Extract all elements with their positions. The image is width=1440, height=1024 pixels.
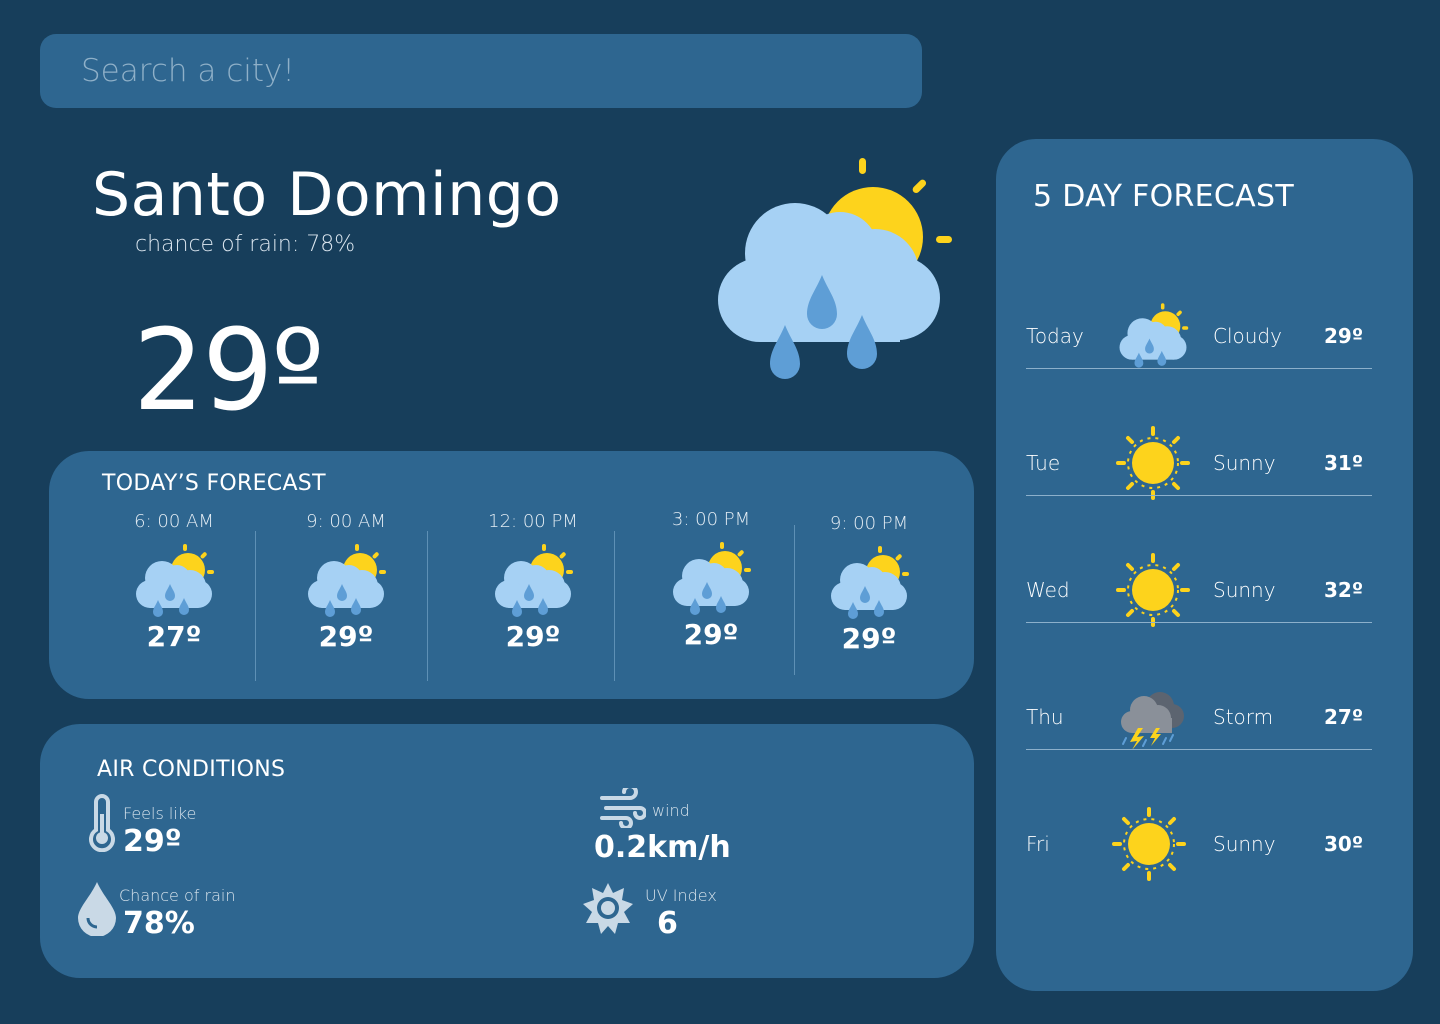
day-condition: Cloudy — [1213, 324, 1282, 348]
rain-sun-cloud-icon — [308, 544, 386, 617]
divider — [614, 531, 615, 681]
day-name: Thu — [1026, 705, 1064, 729]
day-temperature: 27º — [1324, 705, 1364, 729]
hour-temperature: 29º — [505, 620, 561, 653]
five-day-forecast-card: 5 DAY FORECAST Today Cloudy 29º Tue Sunn… — [996, 139, 1413, 991]
divider — [255, 531, 256, 681]
hour-time: 12: 00 PM — [488, 511, 578, 532]
day-temperature: 30º — [1324, 832, 1364, 856]
sun-uv-icon — [583, 883, 633, 934]
hour-time: 9: 00 AM — [306, 511, 386, 532]
rain-sun-cloud-icon — [495, 544, 573, 617]
search-input[interactable] — [40, 34, 922, 108]
hourly-forecast-item: 3: 00 PM 29º — [651, 509, 771, 651]
hour-time: 6: 00 AM — [134, 511, 214, 532]
divider — [794, 525, 795, 675]
day-name: Fri — [1026, 832, 1050, 856]
divider — [1026, 749, 1372, 750]
wind-icon — [600, 788, 646, 828]
rain-sun-cloud-icon — [831, 546, 909, 619]
city-name: Santo Domingo — [92, 160, 562, 230]
divider — [1026, 368, 1372, 369]
rain-sun-cloud-icon — [136, 544, 214, 617]
divider — [1026, 495, 1372, 496]
hour-time: 3: 00 PM — [671, 509, 751, 530]
feels-like-value: 29º — [123, 824, 182, 859]
hourly-forecast-item: 9: 00 AM 29º — [286, 511, 406, 653]
day-condition: Storm — [1213, 705, 1274, 729]
rain-sun-cloud-icon — [718, 158, 952, 379]
sun-icon — [1112, 807, 1186, 881]
day-forecast-row: Thu Storm 27º — [1026, 660, 1372, 787]
wind-label: wind — [652, 801, 690, 820]
day-forecast-row: Fri Sunny 30º — [1026, 787, 1372, 914]
storm-cloud-icon — [1121, 692, 1184, 750]
chance-of-rain-label: Chance of rain — [119, 886, 236, 905]
hour-temperature: 29º — [841, 622, 897, 655]
day-condition: Sunny — [1213, 578, 1276, 602]
day-name: Tue — [1026, 451, 1061, 475]
day-forecast-row: Today Cloudy 29º — [1026, 279, 1372, 406]
air-conditions-title: AIR CONDITIONS — [97, 757, 286, 782]
rain-sun-cloud-icon — [673, 542, 751, 615]
day-name: Wed — [1026, 578, 1070, 602]
day-condition: Sunny — [1213, 451, 1276, 475]
uv-index-value: 6 — [657, 906, 678, 941]
current-temperature: 29º — [133, 306, 324, 436]
rain-sun-cloud-icon — [1119, 303, 1189, 368]
day-forecast-row: Tue Sunny 31º — [1026, 406, 1372, 533]
hour-temperature: 29º — [318, 620, 374, 653]
feels-like-label: Feels like — [123, 804, 197, 823]
sun-icon — [1116, 553, 1190, 627]
chance-of-rain-value: 78% — [123, 906, 195, 941]
hour-temperature: 27º — [146, 620, 202, 653]
uv-index-label: UV Index — [645, 886, 717, 905]
day-condition: Sunny — [1213, 832, 1276, 856]
hourly-forecast-item: 12: 00 PM 29º — [473, 511, 593, 653]
todays-forecast-title: TODAY’S FORECAST — [102, 471, 326, 496]
day-temperature: 31º — [1324, 451, 1364, 475]
thermometer-icon — [89, 794, 115, 852]
five-day-forecast-title: 5 DAY FORECAST — [1033, 179, 1294, 214]
wind-value: 0.2km/h — [594, 830, 731, 865]
water-drop-icon — [78, 882, 116, 936]
hourly-forecast-item: 9: 00 PM 29º — [809, 513, 929, 655]
day-temperature: 29º — [1324, 324, 1364, 348]
hourly-forecast-item: 6: 00 AM 27º — [114, 511, 234, 653]
hour-time: 9: 00 PM — [829, 513, 909, 534]
sun-icon — [1116, 426, 1190, 500]
day-forecast-row: Wed Sunny 32º — [1026, 533, 1372, 660]
todays-forecast-card: TODAY’S FORECAST 6: 00 AM 27º 9: 00 AM 2… — [49, 451, 974, 699]
divider — [1026, 622, 1372, 623]
rain-chance-text: chance of rain: 78% — [135, 232, 356, 257]
day-temperature: 32º — [1324, 578, 1364, 602]
divider — [427, 531, 428, 681]
day-name: Today — [1026, 324, 1084, 348]
air-conditions-card: AIR CONDITIONS Feels like 29º Chance of … — [40, 724, 974, 978]
hour-temperature: 29º — [683, 618, 739, 651]
